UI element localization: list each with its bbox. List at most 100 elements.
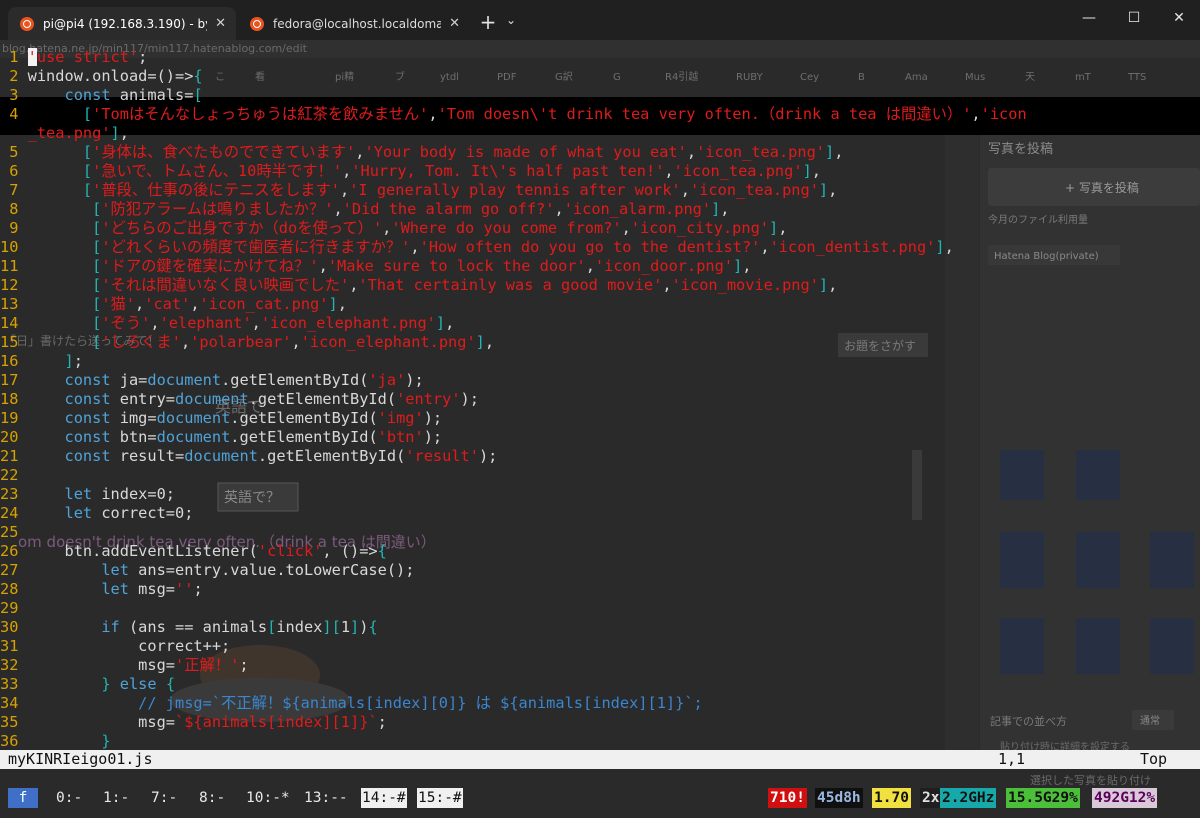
vim-status-line: myKINRIeigo01.js 1,1 Top (0, 750, 1200, 769)
code-token: correct++; (27, 637, 231, 655)
code-line[interactable]: 31 correct++; (0, 637, 1200, 656)
code-line[interactable]: 4 ['Tomはそんなしょっちゅうは紅茶を飲みません','Tom doesn\'… (0, 105, 1200, 124)
code-line[interactable]: 7 ['普段、仕事の後にテニスをします','I generally play t… (0, 181, 1200, 200)
line-number: 31 (0, 637, 28, 655)
code-line[interactable]: 1 'use strict'; (0, 48, 1200, 67)
code-token: } (101, 732, 111, 750)
byobu-window-tab[interactable]: 10:-* (246, 788, 290, 808)
line-number: 36 (0, 732, 28, 750)
tab-fedora[interactable]: fedora@localhost.localdomain ✕ (238, 7, 470, 40)
code-token: ] (350, 618, 360, 636)
code-token: result= (110, 447, 185, 465)
code-token: 'どちらのご出身ですか（doを使って）' (101, 219, 383, 237)
code-token: [ (92, 238, 102, 256)
code-line[interactable]: 34 // jmsg=`不正解！${animals[index][0]} は $… (0, 694, 1200, 713)
new-tab-button[interactable]: + (478, 10, 498, 34)
close-window-button[interactable]: ✕ (1164, 10, 1194, 26)
code-token: , (190, 295, 200, 313)
code-line[interactable]: 25 (0, 523, 1200, 542)
code-line[interactable]: 24 let correct=0; (0, 504, 1200, 523)
byobu-window-tab[interactable]: 1:- (103, 788, 129, 808)
close-tab-icon[interactable]: ✕ (215, 16, 226, 31)
code-line[interactable]: 33 } else { (0, 675, 1200, 694)
code-line[interactable]: 19 const img=document.getElementById('im… (0, 409, 1200, 428)
code-line[interactable]: 20 const btn=document.getElementById('bt… (0, 428, 1200, 447)
code-line[interactable]: 26 btn.addEventListener('click', ()=>{ (0, 542, 1200, 561)
line-number: 16 (0, 352, 28, 370)
code-token: , (760, 238, 770, 256)
line-number: 27 (0, 561, 28, 579)
code-token: 'icon_alarm.png' (563, 200, 712, 218)
line-number: 15 (0, 333, 28, 351)
line-number (0, 124, 28, 142)
code-line[interactable]: 21 const result=document.getElementById(… (0, 447, 1200, 466)
tab-title: pi@pi4 (192.168.3.190) - byobu (43, 16, 207, 31)
code-token: [ (82, 143, 93, 161)
code-line[interactable]: 18 const entry=document.getElementById('… (0, 390, 1200, 409)
code-line[interactable]: 28 let msg=''; (0, 580, 1200, 599)
code-token: , (944, 238, 954, 256)
line-number: 21 (0, 447, 28, 465)
code-token: , (828, 181, 838, 199)
code-token: 'icon_elephant.png' (300, 333, 476, 351)
terminal-pane[interactable]: blog.hatena.ne.jp/min117/min117.hatenabl… (0, 40, 1200, 818)
code-line[interactable]: 27 let ans=entry.value.toLowerCase(); (0, 561, 1200, 580)
tab-dropdown-icon[interactable]: ⌄ (506, 13, 516, 27)
byobu-window-tab[interactable]: 15:-# (417, 788, 463, 808)
code-line[interactable]: 16 ]; (0, 352, 1200, 371)
code-token: 'polarbear' (190, 333, 292, 351)
code-line[interactable]: 5 ['身体は、食べたものでできています','Your body is made… (0, 143, 1200, 162)
code-line[interactable]: 17 const ja=document.getElementById('ja'… (0, 371, 1200, 390)
code-line[interactable]: 11 ['ドアの鍵を確実にかけてね？','Make sure to lock t… (0, 257, 1200, 276)
code-token: 'Where do you come from?' (391, 219, 622, 237)
code-token: 'Your body is made of what you eat' (364, 143, 687, 161)
code-token: , (680, 181, 690, 199)
minimize-button[interactable]: — (1074, 10, 1104, 26)
byobu-window-tab[interactable]: 0:- (56, 788, 82, 808)
code-line[interactable]: 14 ['ぞう','elephant','icon_elephant.png']… (0, 314, 1200, 333)
code-line[interactable]: 9 ['どちらのご出身ですか（doを使って）','Where do you co… (0, 219, 1200, 238)
code-line[interactable]: 35 msg=`${animals[index][1]}`; (0, 713, 1200, 732)
code-token: 'result' (405, 447, 479, 465)
code-line[interactable]: _tea.png'], (0, 124, 1200, 143)
byobu-status-indicator: 15.5G29% (1006, 788, 1080, 808)
code-token: 'icon_tea.png' (696, 143, 826, 161)
byobu-window-tab[interactable]: 8:- (199, 788, 225, 808)
code-line[interactable]: 8 ['防犯アラームは鳴りましたか？','Did the alarm go of… (0, 200, 1200, 219)
code-token: else (119, 675, 157, 693)
code-token: document (156, 409, 231, 427)
code-line[interactable]: 29 (0, 599, 1200, 618)
line-number: 7 (0, 181, 28, 199)
code-line[interactable]: 3 const animals=[ (0, 86, 1200, 105)
code-line[interactable]: 2 window.onload=()=>{ (0, 67, 1200, 86)
code-line[interactable]: 6 ['急いで、トムさん、10時半です！','Hurry, Tom. It\'s… (0, 162, 1200, 181)
code-line[interactable]: 12 ['それは間違いなく良い映画でした','That certainly wa… (0, 276, 1200, 295)
code-token: ] (818, 276, 829, 294)
vim-editor[interactable]: 1 'use strict'; 2 window.onload=()=>{ 3 … (0, 40, 1200, 818)
code-line[interactable]: 22 (0, 466, 1200, 485)
tab-pi4-byobu[interactable]: pi@pi4 (192.168.3.190) - byobu ✕ (8, 7, 236, 40)
code-line[interactable]: 32 msg='正解！'; (0, 656, 1200, 675)
code-line[interactable]: 30 if (ans == animals[index][1]){ (0, 618, 1200, 637)
code-line[interactable]: 10 ['どれくらいの頻度で歯医者に行きますか？','How often do … (0, 238, 1200, 257)
code-line[interactable]: 13 ['猫','cat','icon_cat.png'], (0, 295, 1200, 314)
code-line[interactable]: 23 let index=0; (0, 485, 1200, 504)
byobu-window-tab[interactable]: 7:- (151, 788, 177, 808)
code-line[interactable]: 15 ['しろくま','polarbear','icon_elephant.pn… (0, 333, 1200, 352)
code-token: , (664, 162, 674, 180)
code-token: , (811, 162, 821, 180)
code-line[interactable]: 36 } (0, 732, 1200, 751)
byobu-window-tab[interactable]: 13:-- (304, 788, 348, 808)
code-token: [ (92, 314, 102, 332)
maximize-button[interactable]: ☐ (1119, 10, 1149, 26)
code-token: img= (110, 409, 157, 427)
byobu-window-tab[interactable]: 14:-# (361, 788, 407, 808)
close-tab-icon[interactable]: ✕ (449, 16, 460, 31)
